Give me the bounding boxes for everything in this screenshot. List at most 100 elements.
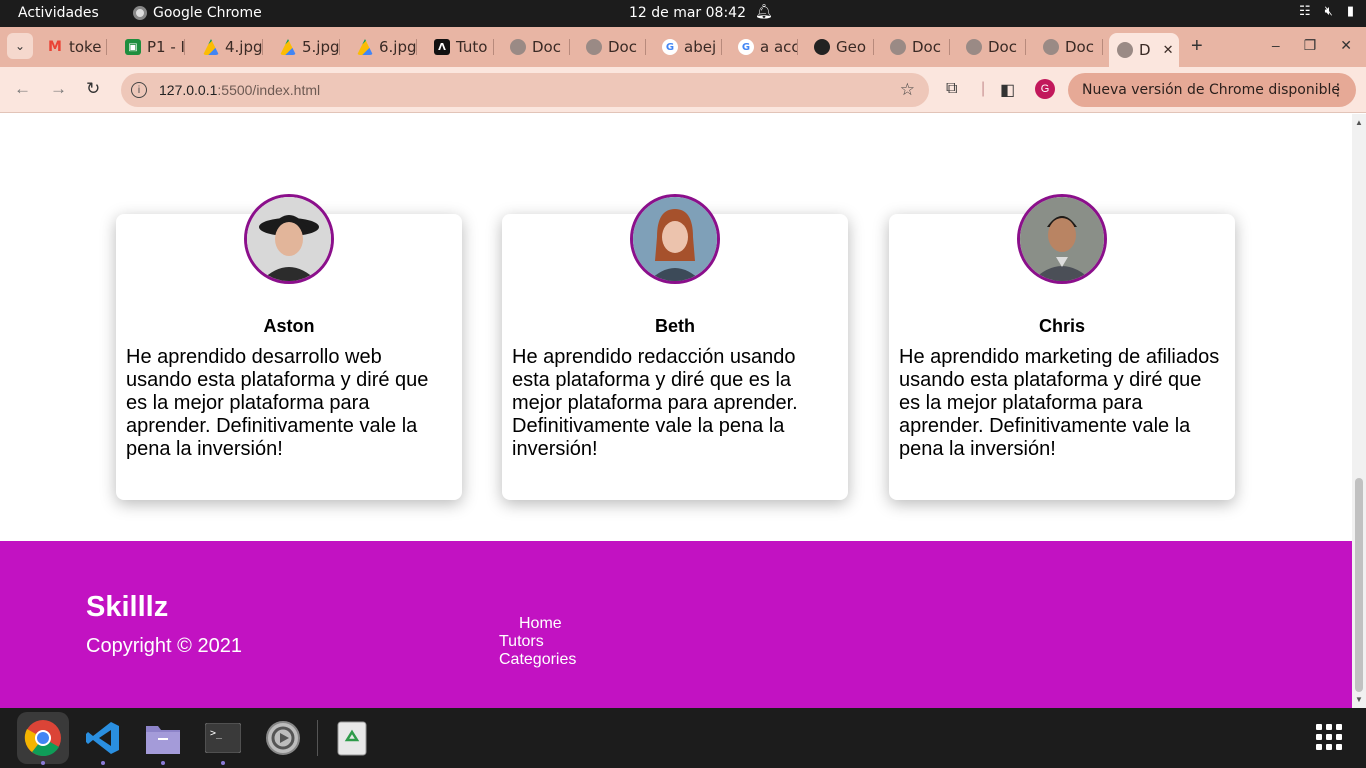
- github-icon: [814, 39, 830, 55]
- profile-avatar[interactable]: G: [1035, 79, 1055, 99]
- scrollbar-thumb[interactable]: [1355, 478, 1363, 692]
- browser-tab[interactable]: Geo: [814, 35, 874, 59]
- globe-icon: [510, 39, 526, 55]
- mute-icon[interactable]: 🔇︎: [1325, 4, 1333, 19]
- tab-title: Doc: [1065, 38, 1094, 56]
- close-tab-icon[interactable]: ✕: [1163, 43, 1174, 58]
- testimonial-quote: He aprendido desarrollo web usando esta …: [126, 346, 429, 460]
- google-icon: G: [738, 39, 754, 55]
- tab-search-button[interactable]: ⌄: [7, 33, 33, 59]
- browser-tab[interactable]: Doc: [586, 35, 646, 59]
- footer-link-tutors[interactable]: Tutors: [499, 633, 576, 651]
- toolbar-divider: |: [981, 80, 986, 97]
- tab-separator: [645, 39, 646, 55]
- browser-tab[interactable]: Gabej: [662, 35, 722, 59]
- testimonial-name: Beth: [655, 316, 695, 336]
- chrome-icon: [133, 6, 147, 20]
- tab-separator: [797, 39, 798, 55]
- extensions-icon[interactable]: ⧉: [946, 80, 957, 98]
- window-controls: – ❐ ✕: [1272, 37, 1352, 54]
- minimize-icon[interactable]: –: [1272, 37, 1280, 54]
- running-indicator: [101, 761, 105, 765]
- close-window-icon[interactable]: ✕: [1340, 37, 1352, 54]
- folder-icon: [146, 726, 180, 754]
- site-info-icon[interactable]: i: [131, 82, 147, 98]
- testimonial-quote: He aprendido marketing de afiliados usan…: [899, 346, 1220, 460]
- testimonial-card-beth: Beth He aprendido redacción usando esta …: [502, 194, 848, 500]
- tab-separator: [106, 39, 107, 55]
- page-viewport: Aston He aprendido desarrollo web usando…: [0, 114, 1352, 708]
- tab-active[interactable]: D ✕: [1109, 33, 1179, 67]
- footer-copyright: Copyright © 2021: [86, 635, 242, 657]
- show-apps-grid-icon[interactable]: [1316, 724, 1342, 750]
- dock-settings[interactable]: [257, 712, 309, 764]
- tab-separator: [1102, 39, 1103, 55]
- tab-strip: ⌄ Mtoke ▣ P1 - I 4.jpg 5.jpg 6.jpg Λ Tuto Doc Doc…: [0, 27, 1366, 67]
- browser-tab[interactable]: Ga acc: [738, 35, 798, 59]
- browser-tab[interactable]: ▣ P1 - I: [125, 35, 185, 59]
- tab-title: D: [1139, 41, 1151, 59]
- testimonial-name: Aston: [263, 316, 315, 336]
- scroll-down-icon[interactable]: ▼: [1355, 695, 1363, 704]
- app-menu[interactable]: Google Chrome: [133, 5, 262, 21]
- browser-tab[interactable]: Λ Tuto: [434, 35, 494, 59]
- browser-tab[interactable]: Doc: [966, 35, 1026, 59]
- browser-tab[interactable]: Doc: [890, 35, 950, 59]
- footer-link-categories[interactable]: Categories: [499, 651, 576, 669]
- dock-vscode[interactable]: [77, 712, 129, 765]
- tab-title: Doc: [532, 38, 561, 56]
- update-chrome-button[interactable]: Nueva versión de Chrome disponible ⋮: [1068, 73, 1356, 107]
- bell-icon[interactable]: 🔔︎: [755, 4, 773, 20]
- bookmark-star-icon[interactable]: ☆: [900, 80, 915, 100]
- url-text[interactable]: 127.0.0.1:5500/index.html: [159, 82, 320, 98]
- side-panel-icon[interactable]: ◧: [1000, 80, 1015, 100]
- address-bar[interactable]: i 127.0.0.1:5500/index.html ☆: [121, 73, 929, 107]
- tab-title: Geo: [836, 38, 867, 56]
- battery-icon[interactable]: ▮: [1347, 4, 1354, 19]
- tab-separator: [1025, 39, 1026, 55]
- more-menu-icon[interactable]: ⋮: [1330, 80, 1346, 99]
- browser-tab[interactable]: Doc: [1043, 35, 1103, 59]
- reload-icon[interactable]: ↻: [86, 79, 100, 99]
- scroll-up-icon[interactable]: ▲: [1355, 118, 1363, 127]
- tab-separator: [949, 39, 950, 55]
- dock-chrome[interactable]: [17, 712, 69, 765]
- drive-icon: [203, 39, 219, 55]
- activities-button[interactable]: Actividades: [18, 5, 99, 21]
- settings-gear-icon: [266, 721, 300, 755]
- new-tab-button[interactable]: +: [1191, 35, 1203, 58]
- browser-tab[interactable]: Mtoke: [47, 35, 107, 59]
- trash-icon: [337, 721, 367, 756]
- update-label: Nueva versión de Chrome disponible: [1082, 82, 1340, 98]
- browser-tab[interactable]: Doc: [510, 35, 570, 59]
- tab-separator: [721, 39, 722, 55]
- site-footer: Skilllz Copyright © 2021 Home Tutors Cat…: [0, 541, 1352, 708]
- tutorial-icon: Λ: [434, 39, 450, 55]
- system-tray[interactable]: ☷ 🔇︎ ▮: [1299, 4, 1354, 19]
- tab-separator: [416, 39, 417, 55]
- globe-icon: [1043, 39, 1059, 55]
- globe-icon: [586, 39, 602, 55]
- back-icon[interactable]: ←: [14, 79, 31, 99]
- network-icon[interactable]: ☷: [1299, 4, 1311, 19]
- maximize-icon[interactable]: ❐: [1304, 37, 1317, 54]
- footer-brand: Skilllz: [86, 591, 169, 623]
- running-indicator: [41, 761, 45, 765]
- forward-icon[interactable]: →: [50, 79, 67, 99]
- globe-icon: [1117, 42, 1133, 58]
- clock[interactable]: 12 de mar 08:42: [629, 5, 746, 21]
- drive-icon: [280, 39, 296, 55]
- dock-terminal[interactable]: >_: [197, 712, 249, 765]
- footer-links: Home Tutors Categories: [499, 615, 576, 669]
- tab-title: 4.jpg: [225, 38, 263, 56]
- testimonial-card-aston: Aston He aprendido desarrollo web usando…: [116, 194, 462, 500]
- browser-tab[interactable]: 6.jpg: [357, 35, 417, 59]
- dock-trash[interactable]: [326, 712, 378, 764]
- page-scrollbar[interactable]: ▲ ▼: [1352, 114, 1366, 708]
- dock-files[interactable]: [137, 712, 189, 765]
- browser-tab[interactable]: 4.jpg: [203, 35, 263, 59]
- browser-toolbar: ← → ↻ i 127.0.0.1:5500/index.html ☆ ⧉ | …: [0, 67, 1366, 113]
- tab-title: toke: [69, 38, 102, 56]
- browser-tab[interactable]: 5.jpg: [280, 35, 340, 59]
- footer-link-home[interactable]: Home: [519, 615, 576, 633]
